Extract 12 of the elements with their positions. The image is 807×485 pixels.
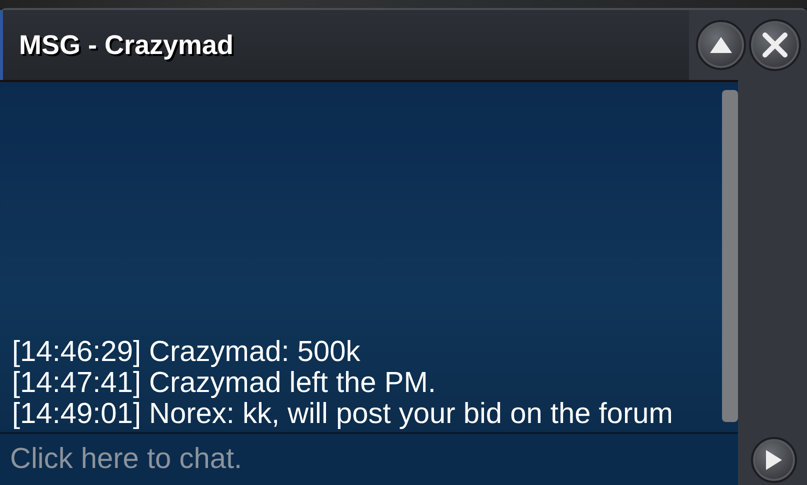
close-icon <box>762 32 788 58</box>
chat-message: [14:49:01] Norex: kk, will post your bid on the forum <box>12 399 674 430</box>
chat-input-field[interactable]: Click here to chat. <box>0 434 738 485</box>
chat-message: [14:46:29] Crazymad: 500k <box>12 337 362 368</box>
window-title: MSG - Crazymad <box>19 30 234 60</box>
close-button[interactable] <box>749 19 801 71</box>
send-button[interactable] <box>751 437 797 483</box>
play-triangle-icon <box>765 449 783 471</box>
scrollbar-thumb[interactable] <box>722 90 738 422</box>
collapse-button[interactable] <box>696 20 746 70</box>
up-triangle-icon <box>709 36 733 54</box>
chat-message: [14:47:41] Crazymad left the PM. <box>12 368 437 399</box>
